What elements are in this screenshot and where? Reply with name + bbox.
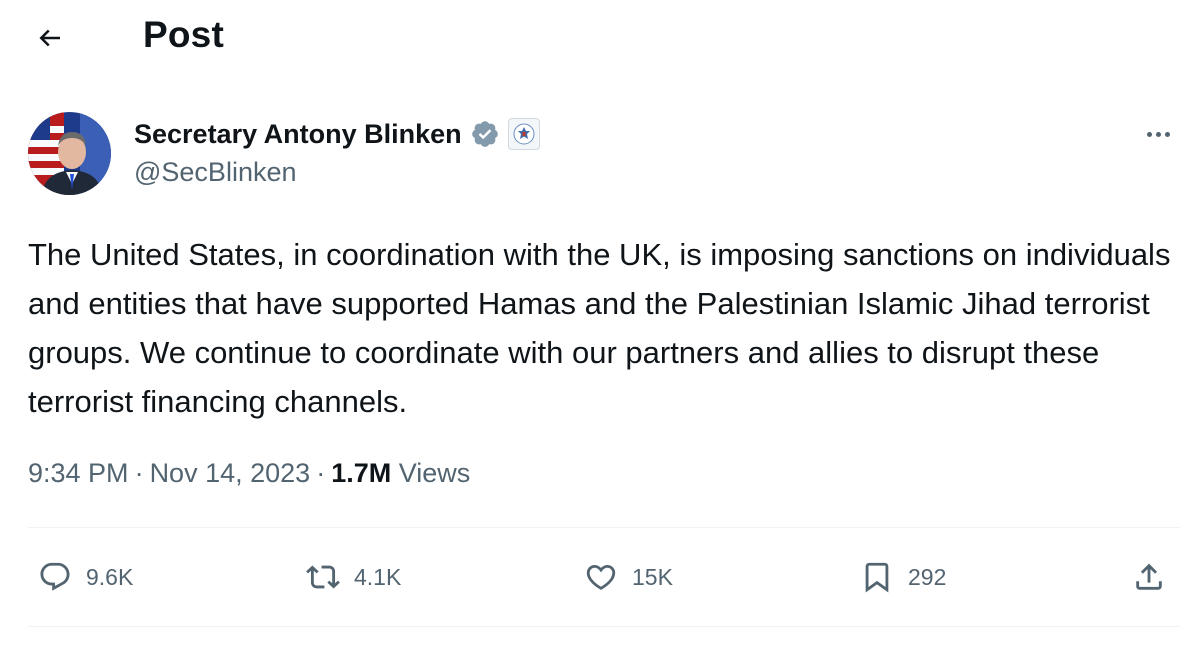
page-title: Post [143, 14, 224, 55]
more-options-button[interactable] [1138, 118, 1178, 150]
bookmark-count: 292 [908, 563, 947, 590]
more-dot-icon [1164, 131, 1170, 137]
heart-icon [586, 564, 616, 590]
avatar[interactable] [28, 112, 111, 195]
repost-button[interactable]: 4.1K [306, 560, 401, 594]
more-dot-icon [1155, 131, 1161, 137]
reply-count: 9.6K [86, 563, 134, 590]
top-bar: Post [0, 0, 1200, 80]
reply-button[interactable]: 9.6K [38, 560, 133, 594]
like-count: 15K [632, 563, 673, 590]
author-name-row: Secretary Antony Blinken [134, 116, 540, 152]
more-dot-icon [1146, 131, 1152, 137]
meta-separator: · [316, 458, 326, 488]
arrow-left-icon [39, 29, 60, 47]
post-text: The United States, in coordination with … [28, 237, 1171, 419]
author-display-name[interactable]: Secretary Antony Blinken [134, 119, 462, 150]
bookmark-button[interactable]: 292 [860, 560, 946, 594]
profile-photo [28, 112, 111, 195]
reply-icon [40, 562, 70, 591]
affiliation-badge[interactable] [507, 118, 540, 150]
post-metadata: 9:34 PM · Nov 14, 2023 · 1.7M Views [28, 458, 470, 489]
post-actions-bar: 9.6K 4.1K 15K 292 [0, 552, 1200, 608]
bookmark-icon [865, 562, 889, 593]
us-state-department-seal-icon [513, 123, 535, 145]
back-button[interactable] [28, 18, 72, 58]
post-date[interactable]: Nov 14, 2023 [150, 458, 311, 488]
repost-icon [306, 565, 340, 589]
share-icon [1136, 563, 1162, 590]
like-button[interactable]: 15K [584, 560, 673, 594]
views-count: 1.7M [331, 458, 392, 488]
divider [28, 626, 1180, 627]
views-label: Views [398, 458, 471, 488]
divider [28, 527, 1180, 528]
meta-separator: · [134, 458, 144, 488]
share-button[interactable] [1132, 560, 1166, 594]
repost-count: 4.1K [354, 563, 402, 590]
author-handle[interactable]: @SecBlinken [134, 157, 297, 188]
verified-badge-icon[interactable] [470, 119, 500, 149]
post-time[interactable]: 9:34 PM [28, 458, 129, 488]
